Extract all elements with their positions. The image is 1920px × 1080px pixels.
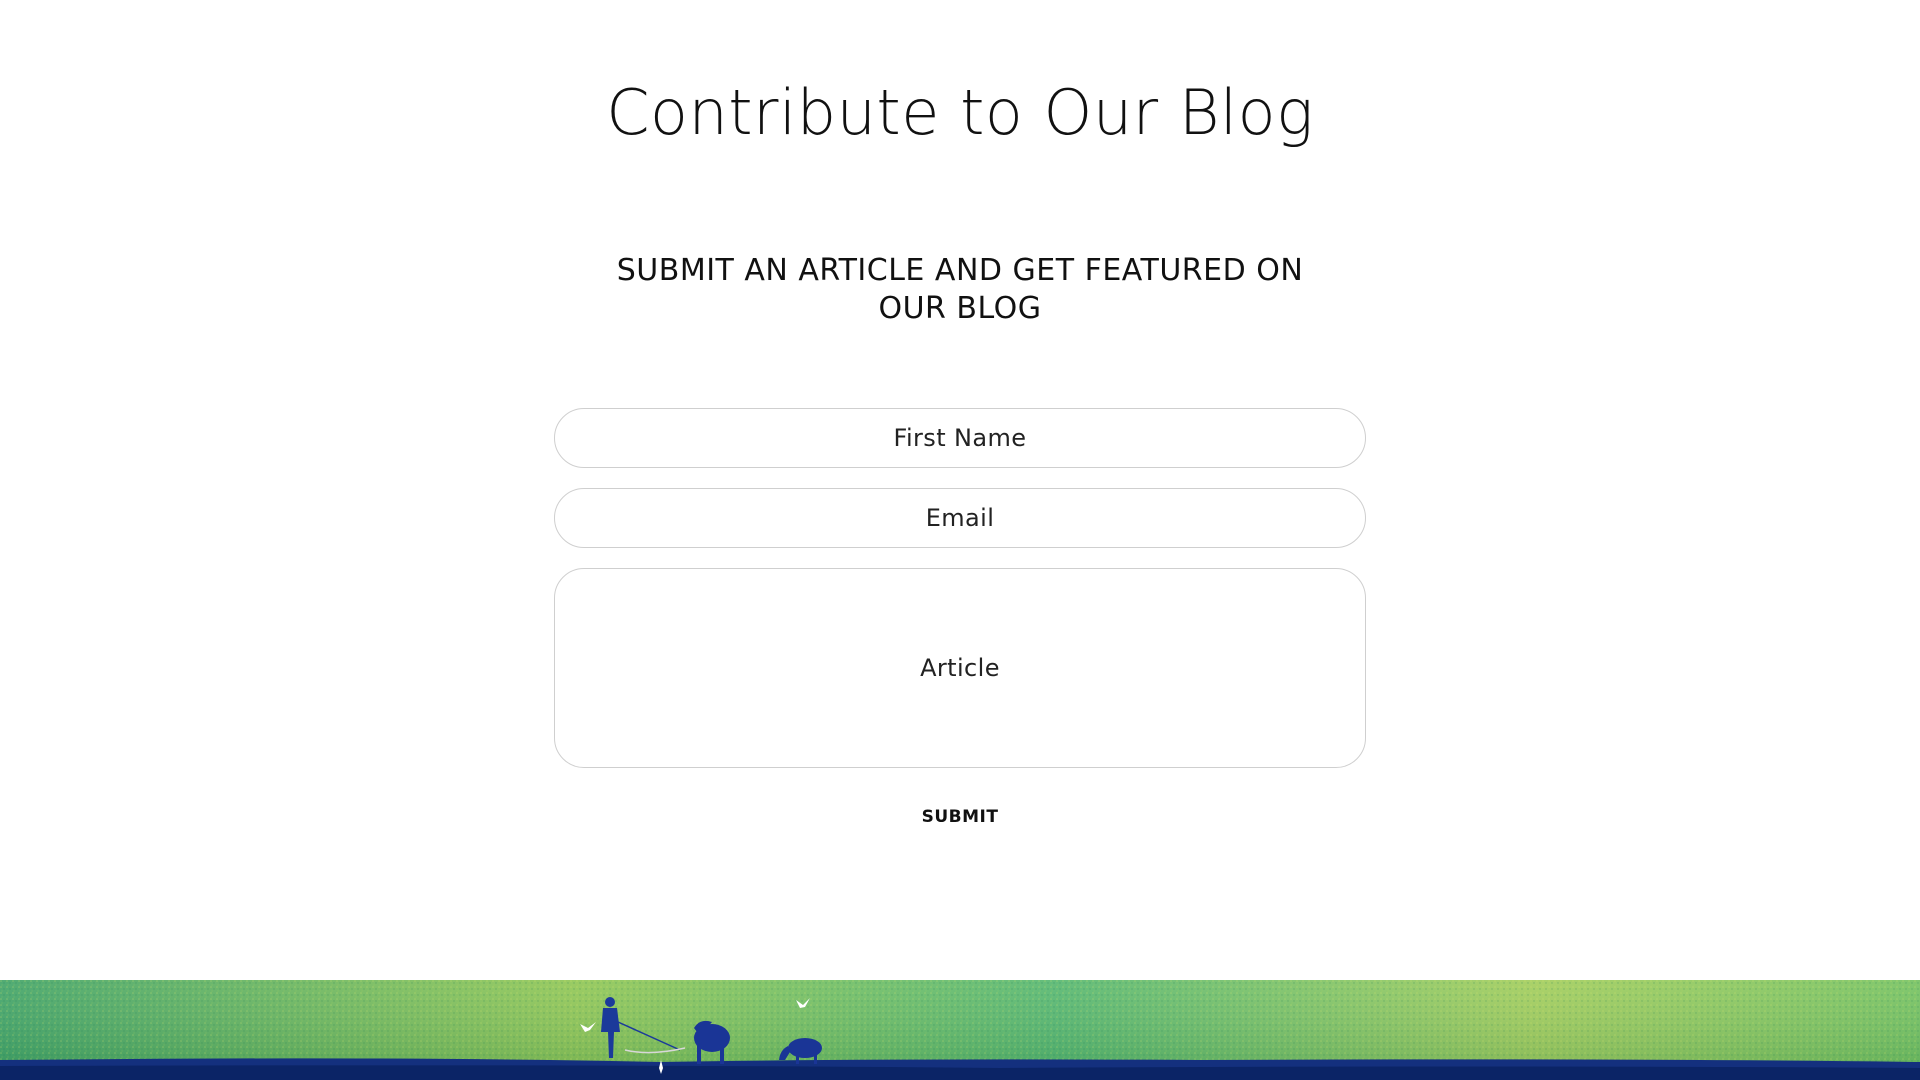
submit-button[interactable]: SUBMIT	[860, 800, 1060, 834]
first-name-placeholder: First Name	[893, 424, 1027, 452]
page-title: Contribute to Our Blog	[606, 76, 1314, 149]
email-placeholder: Email	[925, 504, 995, 532]
article-textarea[interactable]: Article	[554, 568, 1366, 768]
article-placeholder: Article	[920, 654, 1000, 682]
page-subtitle: SUBMIT AN ARTICLE AND GET FEATURED ON OU…	[616, 253, 1304, 326]
email-field[interactable]: Email	[554, 488, 1366, 548]
blog-contribution-page: Contribute to Our Blog SUBMIT AN ARTICLE…	[0, 0, 1920, 1080]
pasture-banner-image	[0, 980, 1920, 1080]
first-name-field[interactable]: First Name	[554, 408, 1366, 468]
